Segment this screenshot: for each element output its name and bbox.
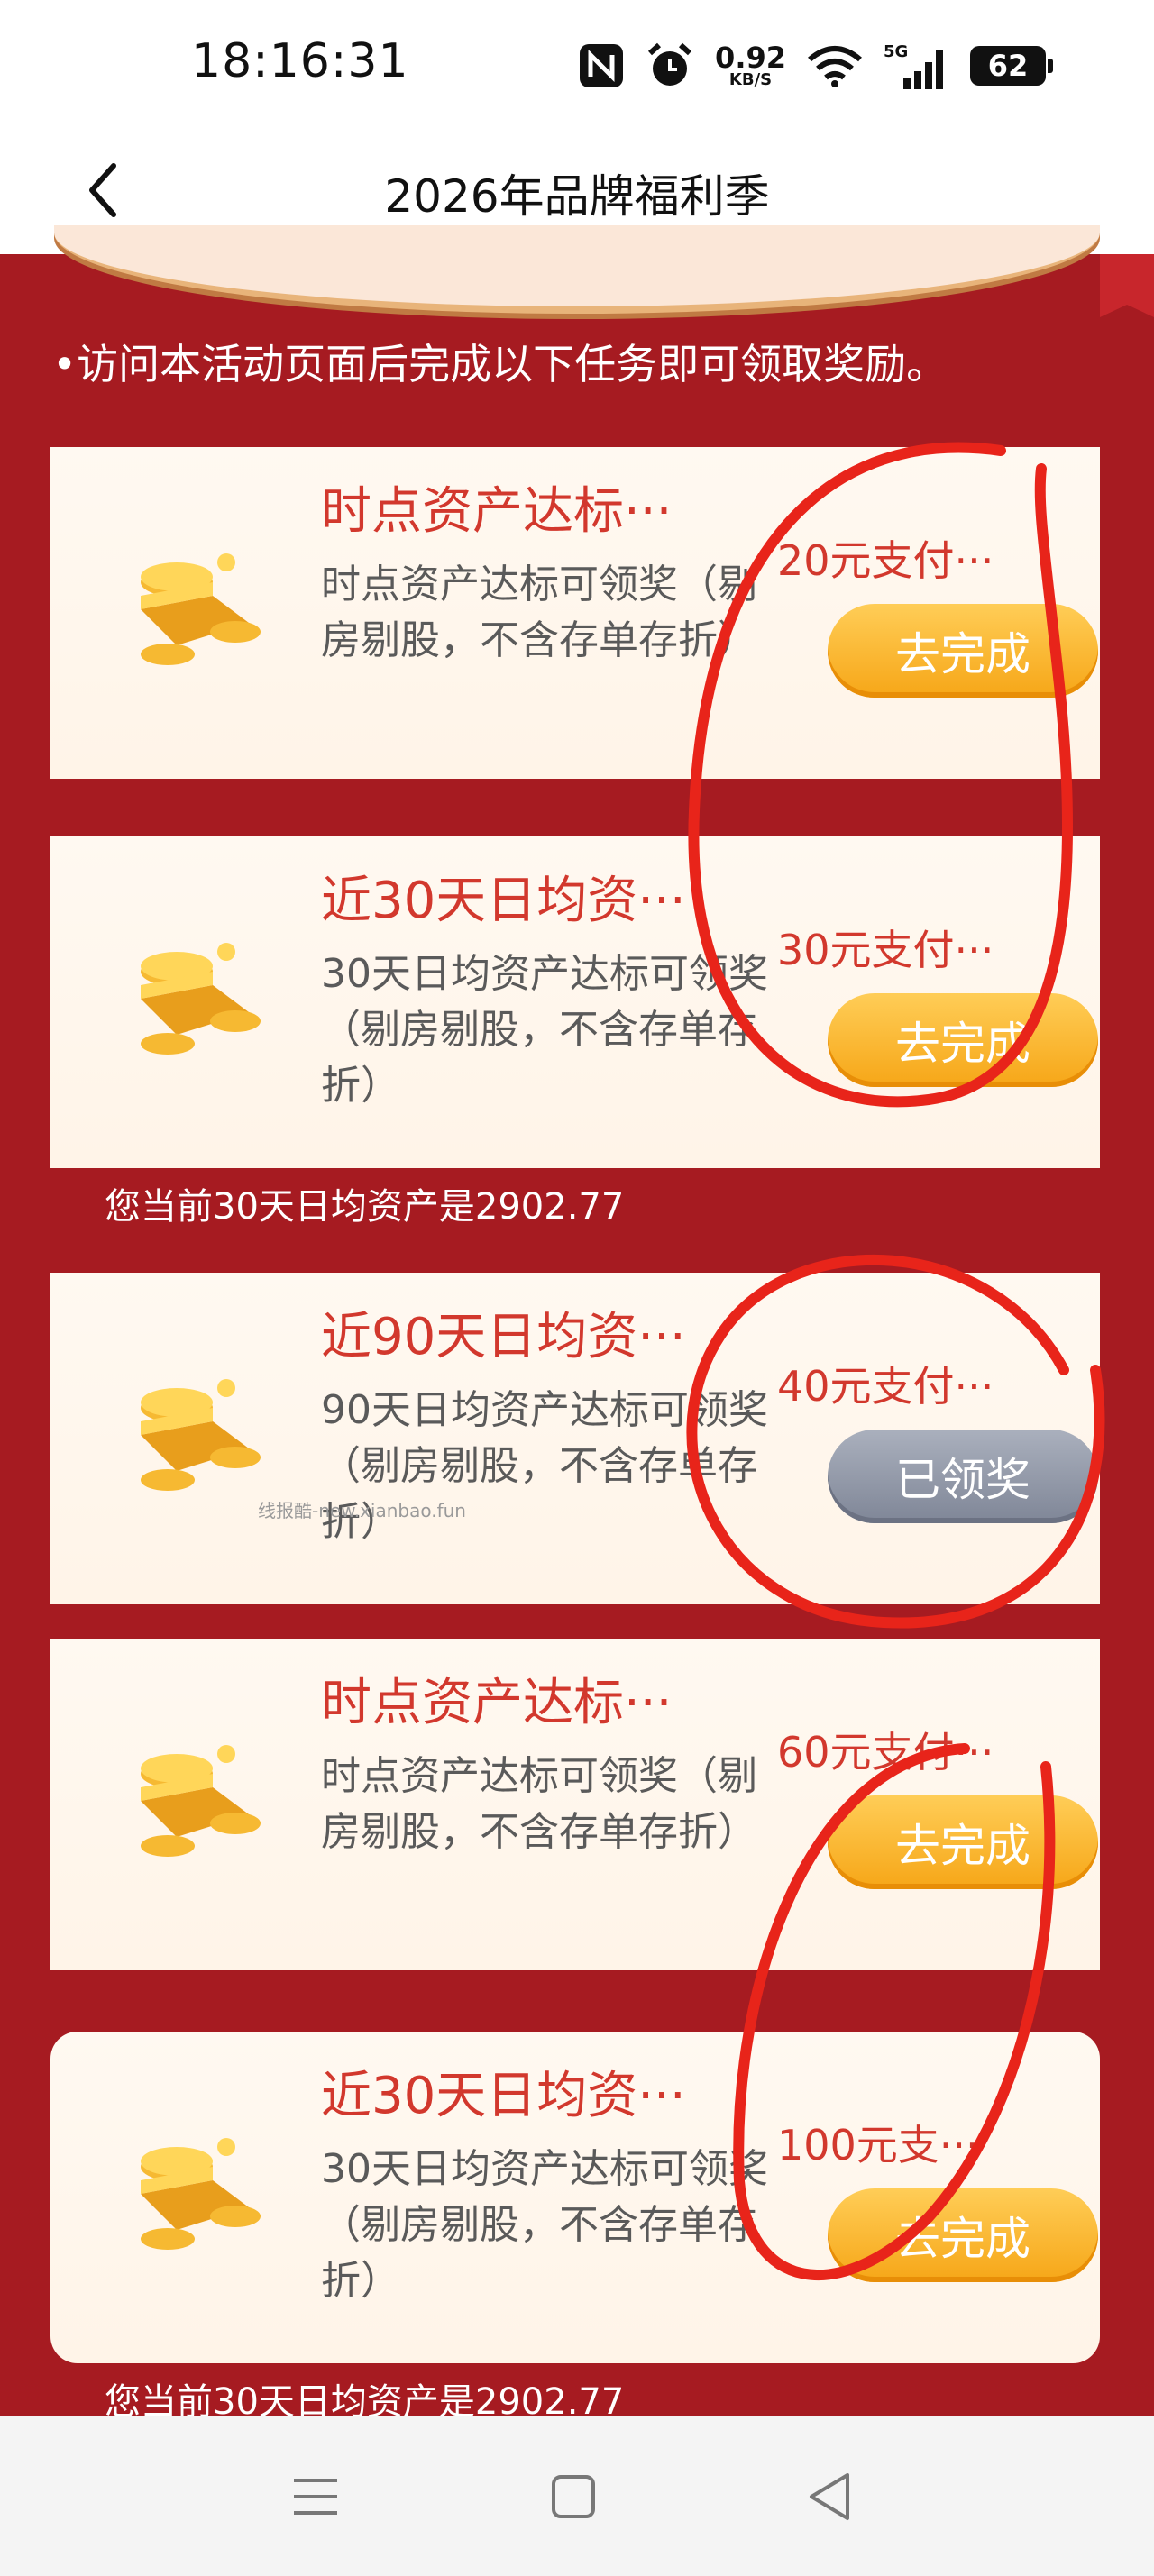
task-title: 近90天日均资···	[321, 1308, 686, 1366]
task-reward: 30元支付···	[777, 926, 994, 974]
task-reward: 60元支付···	[777, 1728, 994, 1777]
banner-decoration	[54, 225, 1100, 314]
clock: 18:16:31	[191, 34, 409, 88]
task-card: 时点资产达标··· 时点资产达标可领奖（剔房剔股，不含存单存折） 60元支付··…	[50, 1639, 1100, 1970]
task-title: 时点资产达标···	[321, 1674, 673, 1732]
task-description: 时点资产达标可领奖（剔房剔股，不含存单存折）	[321, 1753, 757, 1855]
battery-icon: 62	[970, 46, 1053, 86]
nfc-icon	[580, 44, 624, 87]
menu-icon[interactable]	[279, 2461, 352, 2533]
claimed-button[interactable]: 已领奖	[828, 1430, 1098, 1523]
alarm-icon	[648, 42, 692, 86]
system-nav-bar	[0, 2416, 1154, 2576]
task-card: 近30天日均资··· 30天日均资产达标可领奖（剔房剔股，不含存单存折） 100…	[50, 2032, 1100, 2363]
go-complete-button[interactable]: 去完成	[828, 993, 1098, 1087]
gold-coins-icon	[141, 553, 261, 665]
status-bar: 18:16:31 0.92 KB/S 5G 62	[0, 0, 1154, 126]
task-card: 近30天日均资··· 30天日均资产达标可领奖（剔房剔股，不含存单存折） 30元…	[50, 836, 1100, 1168]
task-title: 时点资产达标···	[321, 482, 673, 541]
go-complete-button[interactable]: 去完成	[828, 604, 1098, 698]
watermark: 线报酷-new.xianbao.fun	[258, 1500, 466, 1521]
task-reward: 20元支付···	[777, 536, 994, 585]
go-complete-button[interactable]: 去完成	[828, 1795, 1098, 1889]
gold-coins-icon	[141, 1745, 261, 1857]
task-reward: 40元支付···	[777, 1362, 994, 1411]
page-title: 2026年品牌福利季	[384, 170, 770, 223]
intro-text: •访问本活动页面后完成以下任务即可领取奖励。	[52, 340, 948, 388]
net-speed: 0.92 KB/S	[715, 41, 786, 89]
task-title: 近30天日均资···	[321, 2067, 686, 2125]
back-triangle-icon[interactable]	[795, 2461, 867, 2533]
svg-text:5G: 5G	[884, 42, 908, 61]
task-description: 30天日均资产达标可领奖（剔房剔股，不含存单存折）	[321, 951, 768, 1109]
task-title: 近30天日均资···	[321, 872, 686, 930]
task-card: 时点资产达标··· 时点资产达标可领奖（剔房剔股，不含存单存折） 20元支付··…	[50, 447, 1100, 779]
gold-coins-icon	[141, 1379, 261, 1491]
home-icon[interactable]	[537, 2461, 609, 2533]
task-description: 90天日均资产达标可领奖（剔房剔股，不含存单存折）	[321, 1387, 768, 1545]
task-reward: 100元支···	[777, 2121, 979, 2170]
gold-coins-icon	[141, 943, 261, 1055]
average-asset-note: 您当前30天日均资产是2902.77	[105, 1186, 625, 1228]
signal-icon: 5G	[884, 42, 943, 89]
task-description: 30天日均资产达标可领奖（剔房剔股，不含存单存折）	[321, 2146, 768, 2304]
ribbon-decoration	[1100, 254, 1154, 317]
task-card: 近90天日均资··· 90天日均资产达标可领奖（剔房剔股，不含存单存折） 40元…	[50, 1273, 1100, 1604]
status-icons: 0.92 KB/S 5G 62	[578, 34, 1053, 97]
gold-coins-icon	[141, 2138, 261, 2250]
wifi-icon	[808, 46, 862, 87]
go-complete-button[interactable]: 去完成	[828, 2188, 1098, 2282]
task-description: 时点资产达标可领奖（剔房剔股，不含存单存折）	[321, 562, 757, 663]
